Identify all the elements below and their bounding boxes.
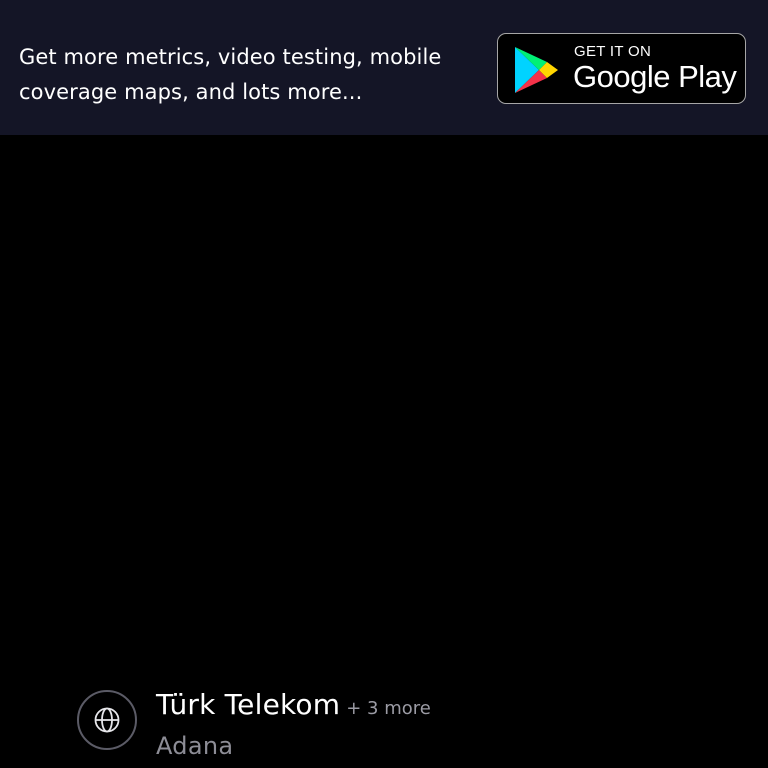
badge-large-text: Google Play [573,59,737,94]
globe-icon [77,690,137,750]
promo-banner: Get more metrics, video testing, mobile … [0,0,768,135]
badge-small-text: GET IT ON [574,43,652,60]
promo-line-2: coverage maps, and lots more... [19,80,363,104]
isp-line: Türk Telekom + 3 more [156,688,431,721]
google-play-icon [515,47,558,93]
promo-text: Get more metrics, video testing, mobile … [19,40,479,110]
provider-row: Türk Telekom + 3 more Adana [77,688,757,768]
google-play-button[interactable]: GET IT ON Google Play [497,33,746,104]
promo-line-1: Get more metrics, video testing, mobile [19,45,442,69]
isp-name: Türk Telekom [156,688,341,721]
isp-more-count: + 3 more [346,698,431,719]
app-screen: Get more metrics, video testing, mobile … [0,0,768,768]
location-label: Adana [156,732,234,760]
